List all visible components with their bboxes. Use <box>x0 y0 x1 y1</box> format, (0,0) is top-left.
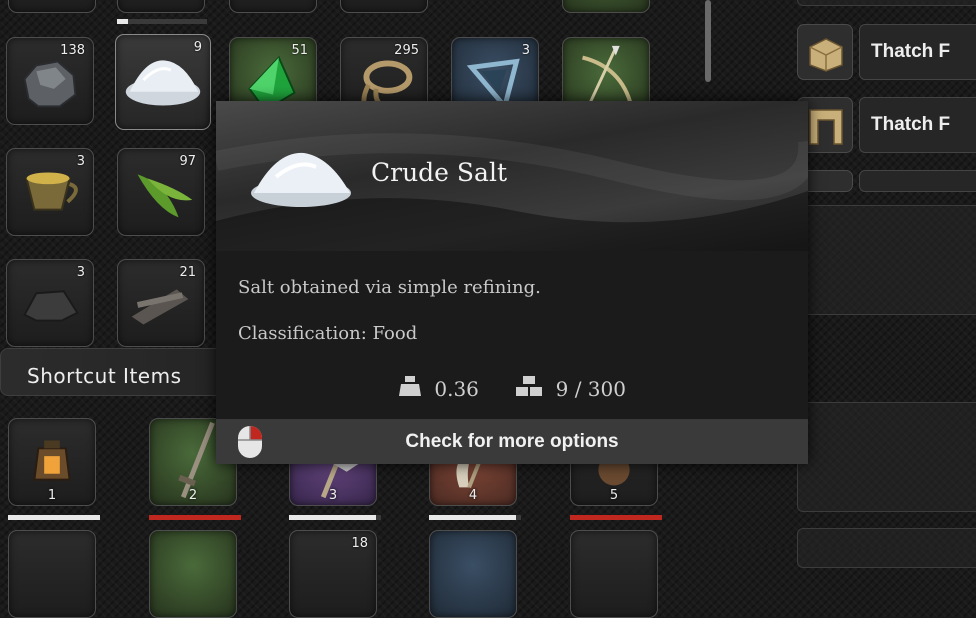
stack-icon <box>515 375 543 402</box>
item-quantity: 3 <box>76 154 85 169</box>
item-quantity: 51 <box>291 43 308 58</box>
build-panel <box>797 402 976 512</box>
inventory-scrollbar[interactable] <box>705 0 711 82</box>
build-item-partial[interactable] <box>797 170 976 192</box>
shortcut-number: 2 <box>188 488 198 503</box>
shortcut-slot-partial[interactable] <box>570 530 658 618</box>
shortcut-number: 5 <box>609 488 619 503</box>
build-panel-top <box>797 0 976 6</box>
item-quantity: 3 <box>521 43 530 58</box>
durability-bar <box>570 515 662 520</box>
tooltip-weight: 0.36 <box>434 376 479 401</box>
inventory-slot-top-partial[interactable] <box>562 0 650 13</box>
inventory-slot-stone[interactable]: 138 <box>6 37 94 125</box>
inventory-slot-ore[interactable]: 3 <box>6 259 94 347</box>
durability-bar <box>8 515 100 520</box>
inventory-slot-top-partial[interactable] <box>229 0 317 13</box>
shortcut-slot-partial[interactable] <box>149 530 237 618</box>
item-quantity: 3 <box>76 265 85 280</box>
build-item-thatch-2[interactable]: Thatch F <box>797 97 976 153</box>
durability-bar <box>429 515 521 520</box>
build-item-thatch-1[interactable]: Thatch F <box>797 24 976 80</box>
inventory-slot-top-partial[interactable] <box>340 0 428 13</box>
item-quantity: 9 <box>193 40 202 55</box>
build-panel <box>797 528 976 568</box>
item-quantity: 295 <box>394 43 419 58</box>
build-item-label: Thatch F <box>859 97 976 153</box>
shortcut-number: 1 <box>47 488 57 503</box>
tooltip-description: Salt obtained via simple refining. <box>238 277 541 298</box>
inventory-slot-top-partial[interactable] <box>117 0 205 13</box>
durability-bar <box>149 515 241 520</box>
inventory-slot-wood[interactable]: 21 <box>117 259 205 347</box>
durability-bar <box>289 515 381 520</box>
check-more-options-label: Check for more options <box>405 431 619 452</box>
shortcut-number: 4 <box>468 488 478 503</box>
inventory-slot-cup[interactable]: 3 <box>6 148 94 236</box>
tooltip-header: Crude Salt <box>216 101 808 251</box>
tooltip-stack: 9 / 300 <box>555 376 626 401</box>
build-item-label-partial <box>859 170 976 192</box>
tooltip-item-name: Crude Salt <box>371 158 507 187</box>
tooltip-footer[interactable]: Check for more options <box>216 419 808 464</box>
shortcut-slot-1[interactable]: 1 <box>8 418 96 506</box>
item-tooltip: Crude Salt Salt obtained via simple refi… <box>216 101 808 464</box>
inventory-slot-top-partial[interactable] <box>8 0 96 13</box>
inventory-slot-crude-salt[interactable]: 9 <box>115 34 211 130</box>
build-item-label: Thatch F <box>859 24 976 80</box>
durability-bar <box>117 19 207 24</box>
item-quantity: 138 <box>60 43 85 58</box>
shortcut-slot-partial[interactable] <box>8 530 96 618</box>
shortcut-items-title: Shortcut Items <box>27 364 182 388</box>
tooltip-classification: Classification: Food <box>238 323 418 344</box>
inventory-slot-leaves[interactable]: 97 <box>117 148 205 236</box>
shortcut-slot-partial[interactable]: 18 <box>289 530 377 618</box>
thatch-block-icon <box>797 24 853 80</box>
shortcut-slot-partial[interactable] <box>429 530 517 618</box>
item-quantity: 21 <box>179 265 196 280</box>
shortcut-number: 3 <box>328 488 338 503</box>
weight-icon <box>398 375 422 402</box>
salt-pile-icon <box>251 152 351 207</box>
tooltip-stats: 0.36 9 / 300 <box>216 375 808 402</box>
build-panel <box>797 205 976 315</box>
item-quantity: 97 <box>179 154 196 169</box>
